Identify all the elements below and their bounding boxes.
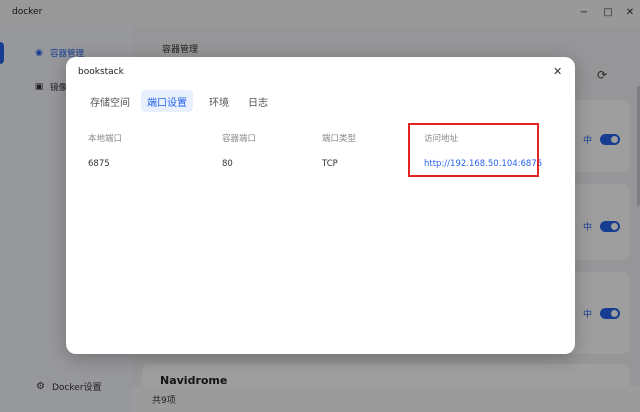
tab-port-settings[interactable]: 端口设置 <box>141 90 193 112</box>
tab-storage[interactable]: 存储空间 <box>84 90 136 112</box>
column-header-container-port: 容器端口 <box>222 134 257 144</box>
container-port-value: 80 <box>222 159 233 169</box>
local-port-value: 6875 <box>88 159 110 169</box>
close-icon[interactable]: ✕ <box>553 65 562 78</box>
tab-environment[interactable]: 环境 <box>203 90 235 112</box>
tab-logs[interactable]: 日志 <box>242 90 274 112</box>
dialog-title: bookstack <box>78 67 124 77</box>
column-header-port-type: 端口类型 <box>322 134 357 144</box>
port-type-value: TCP <box>322 159 338 169</box>
container-detail-dialog: bookstack ✕ 存储空间 端口设置 环境 日志 本地端口 容器端口 端口… <box>66 57 575 354</box>
column-header-local-port: 本地端口 <box>88 134 123 144</box>
highlight-annotation-box <box>408 123 539 177</box>
